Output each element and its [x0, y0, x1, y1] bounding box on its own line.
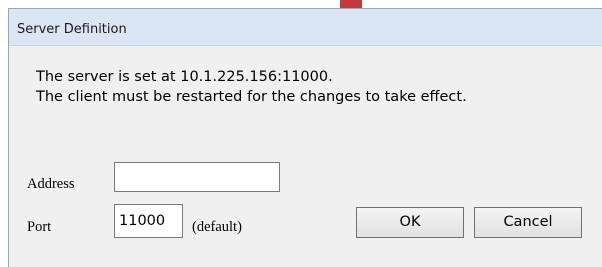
address-input[interactable]: [114, 162, 280, 192]
server-message: The server is set at 10.1.225.156:11000.…: [36, 67, 467, 107]
background-window-accent: [340, 0, 362, 8]
port-input[interactable]: [114, 204, 183, 238]
dialog-titlebar[interactable]: Server Definition: [9, 9, 602, 46]
address-label: Address: [27, 176, 75, 192]
server-address-message: The server is set at 10.1.225.156:11000.: [36, 69, 333, 85]
port-default-hint: (default): [192, 219, 242, 235]
cancel-button[interactable]: Cancel: [474, 207, 582, 238]
restart-notice-message: The client must be restarted for the cha…: [36, 89, 467, 105]
ok-button[interactable]: OK: [356, 207, 464, 238]
port-label: Port: [27, 219, 52, 235]
dialog-title: Server Definition: [17, 22, 127, 37]
